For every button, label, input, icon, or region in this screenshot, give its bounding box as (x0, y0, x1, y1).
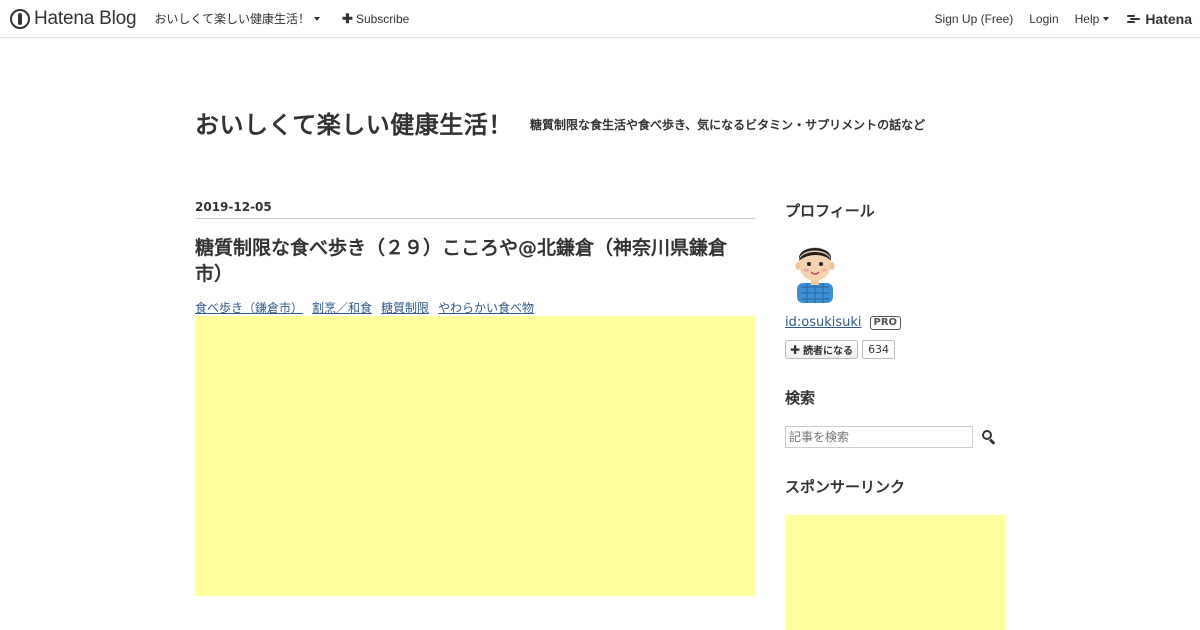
help-label: Help (1074, 11, 1100, 26)
caret-down-icon (1103, 16, 1110, 21)
profile-title: プロフィール (785, 202, 875, 220)
plus-icon: ✚ (342, 10, 353, 26)
signup-link[interactable]: Sign Up (Free) (935, 12, 1014, 26)
pro-badge: PRO (869, 315, 902, 330)
entry-date[interactable]: 2019-12-05 (195, 200, 755, 219)
global-header: Hatena Blog おいしくて楽しい健康生活！ ✚ Subscribe Si… (0, 0, 1200, 38)
category-link[interactable]: 糖質制限 (381, 299, 429, 316)
search-title: 検索 (785, 389, 816, 407)
person-avatar-icon (795, 247, 835, 303)
reader-count: 634 (862, 340, 896, 359)
caret-down-icon (314, 16, 321, 21)
search-button[interactable] (982, 430, 996, 445)
sidebar: プロフィール id:osukisuki PRO ✚ 読者になる 634 検索 記… (785, 200, 1005, 630)
header-right-nav: Sign Up (Free) Login Help Hatena (919, 11, 1200, 27)
plus-icon: ✚ (790, 342, 801, 357)
category-link[interactable]: 割烹／和食 (312, 299, 372, 316)
search-input[interactable] (785, 426, 973, 448)
blog-title[interactable]: おいしくて楽しい健康生活！ (195, 105, 513, 140)
login-link[interactable]: Login (1029, 12, 1058, 26)
sidebar-ad-placeholder (785, 515, 1005, 630)
reader-row: ✚ 読者になる 634 (785, 340, 1005, 359)
brand-text: Hatena Blog (34, 7, 137, 29)
hatena-logo-text: Hatena (1145, 10, 1192, 27)
blog-description: 糖質制限な食生活や食べ歩き、気になるビタミン・サプリメントの話など (530, 118, 926, 132)
avatar[interactable] (785, 239, 845, 303)
subscribe-reader-button[interactable]: ✚ 読者になる (785, 340, 859, 359)
entry-main: 2019-12-05 糖質制限な食べ歩き（２９）こころや@北鎌倉（神奈川県鎌倉市… (195, 200, 755, 596)
reader-button-label: 読者になる (803, 346, 854, 357)
hatena-logo[interactable]: Hatena (1127, 11, 1192, 27)
hatena-blog-icon (10, 8, 30, 29)
hatena-mark-icon (1127, 14, 1141, 24)
category-link[interactable]: 食べ歩き（鎌倉市） (195, 299, 303, 316)
search-form (785, 426, 1005, 448)
blog-switch-label: おいしくて楽しい健康生活！ (154, 12, 311, 26)
entry-categories: 食べ歩き（鎌倉市） 割烹／和食 糖質制限 やわらかい食べ物 (195, 299, 755, 316)
help-dropdown[interactable]: Help (1075, 12, 1110, 26)
profile-id-link[interactable]: id:osukisuki (785, 315, 862, 330)
subscribe-button[interactable]: ✚ Subscribe (342, 11, 409, 27)
hatena-blog-logo[interactable]: Hatena Blog (10, 7, 137, 30)
subscribe-label: Subscribe (355, 11, 410, 26)
category-link[interactable]: やわらかい食べ物 (438, 299, 534, 316)
entry-title[interactable]: 糖質制限な食べ歩き（２９）こころや@北鎌倉（神奈川県鎌倉市） (195, 235, 755, 287)
blog-switch-dropdown[interactable]: おいしくて楽しい健康生活！ (154, 10, 321, 27)
sponsor-title: スポンサーリンク (785, 478, 906, 496)
profile-id-row: id:osukisuki PRO (785, 315, 1005, 330)
ad-placeholder (195, 316, 755, 596)
